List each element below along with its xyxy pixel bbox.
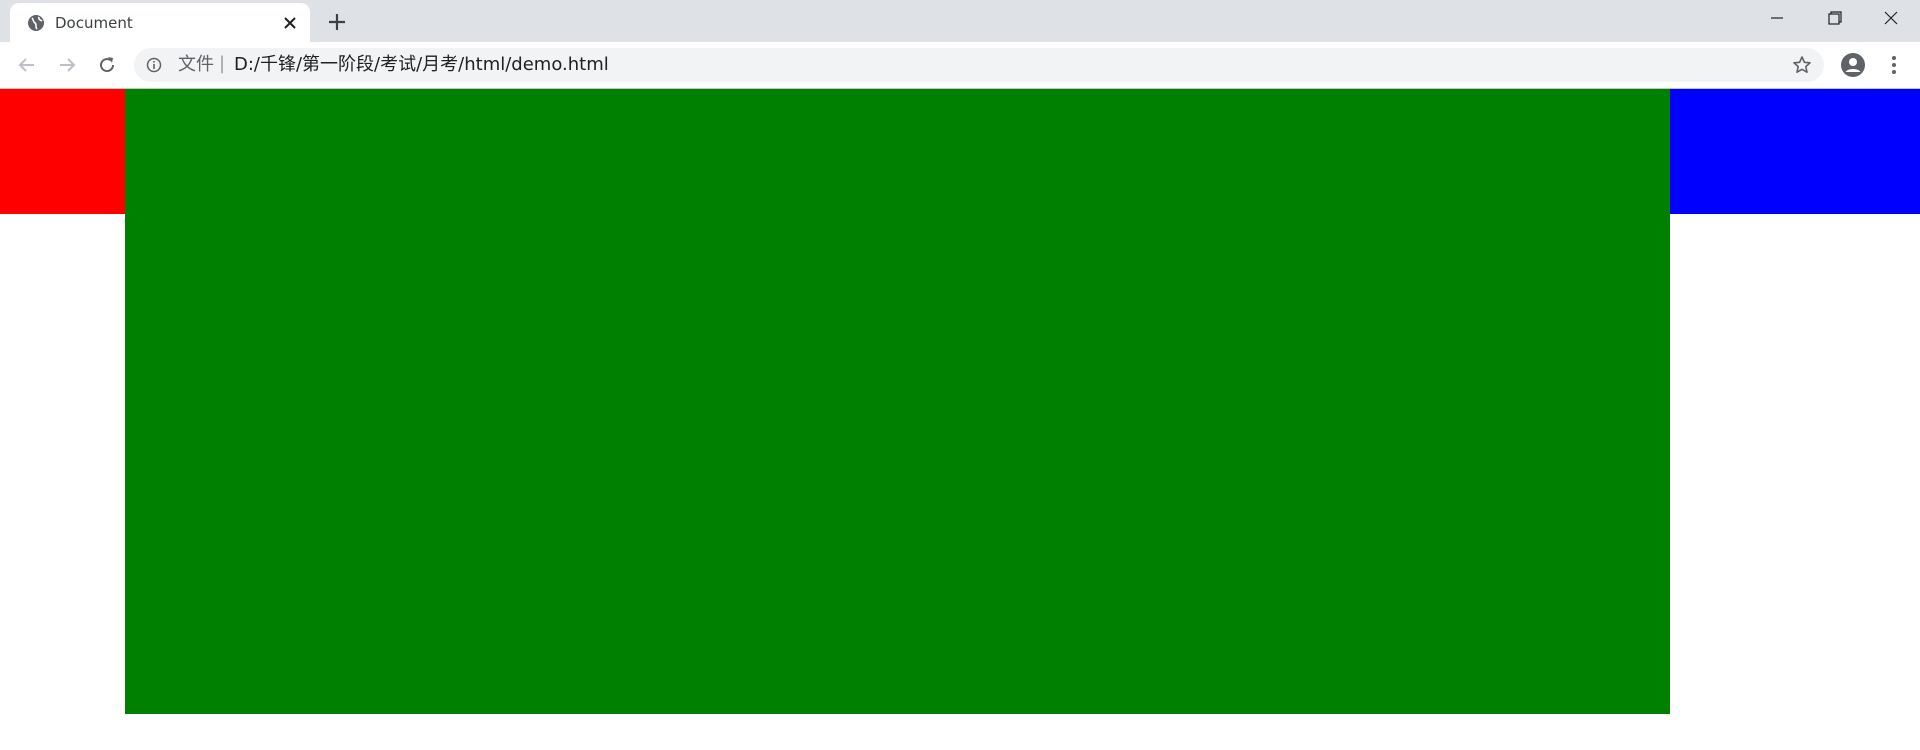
browser-window: Document 文件 | D:/千锋/第一阶段/考试/月考/html/demo… (0, 0, 1920, 750)
star-icon[interactable] (1792, 55, 1812, 75)
more-vert-icon[interactable] (1880, 51, 1908, 79)
blue-box (1670, 89, 1920, 214)
tab-document[interactable]: Document (10, 3, 310, 42)
plus-icon[interactable] (324, 10, 350, 34)
scheme-separator: | (219, 53, 226, 74)
tab-title: Document (55, 14, 133, 32)
account-circle-icon[interactable] (1839, 51, 1867, 79)
toolbar: 文件 | D:/千锋/第一阶段/考试/月考/html/demo.html (0, 42, 1920, 89)
green-box (125, 89, 1670, 714)
minimize-icon[interactable] (1748, 0, 1806, 36)
arrow-right-icon[interactable] (53, 51, 81, 79)
reload-icon[interactable] (93, 51, 121, 79)
globe-icon (26, 13, 46, 33)
close-icon[interactable] (280, 13, 300, 33)
page-viewport (0, 89, 1920, 750)
red-box (0, 89, 125, 214)
arrow-left-icon[interactable] (13, 51, 41, 79)
info-icon[interactable] (146, 57, 162, 73)
url-text[interactable]: D:/千锋/第一阶段/考试/月考/html/demo.html (234, 54, 609, 76)
tab-strip: Document (0, 0, 1920, 42)
window-close-icon[interactable] (1862, 0, 1920, 36)
address-bar[interactable]: 文件 | D:/千锋/第一阶段/考试/月考/html/demo.html (134, 48, 1824, 82)
restore-icon[interactable] (1806, 0, 1864, 36)
scheme-label: 文件 (178, 54, 214, 75)
